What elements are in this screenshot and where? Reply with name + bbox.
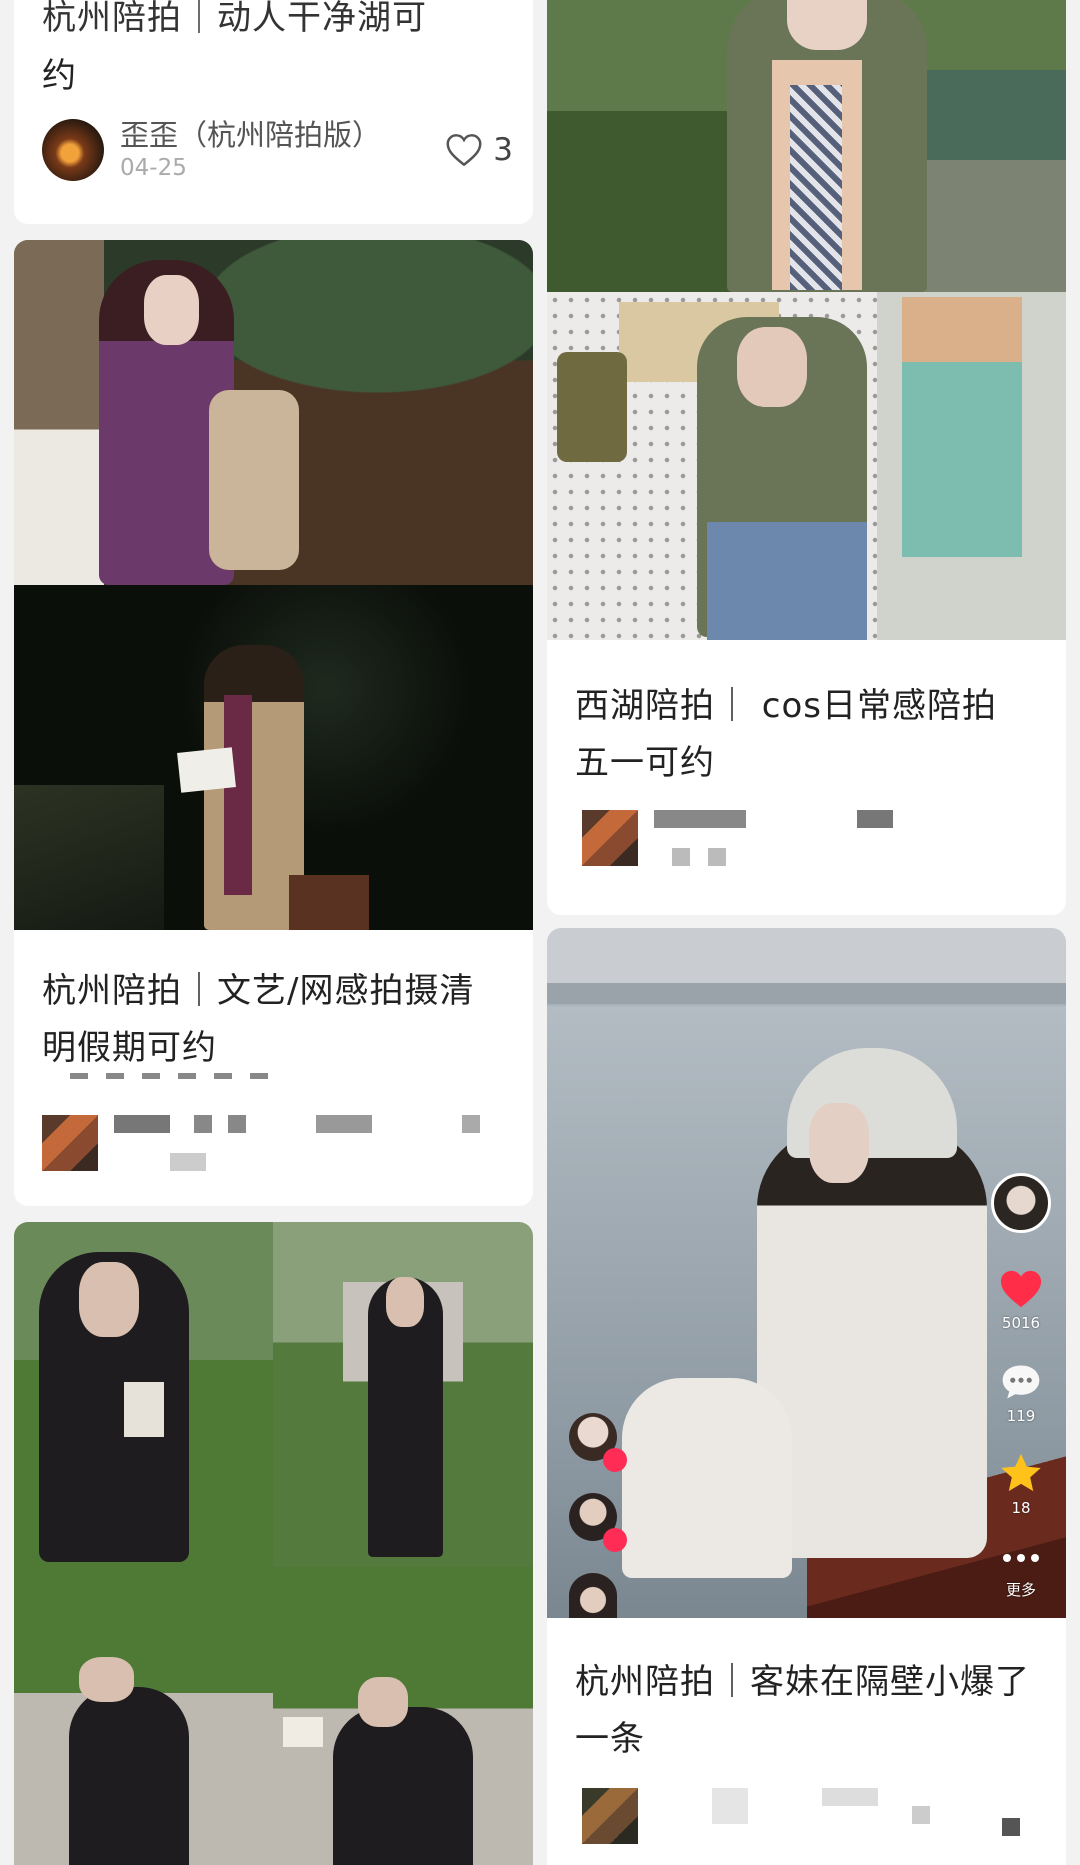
author-row[interactable]: 歪歪（杭州陪拍版） 04-25 3 (42, 114, 513, 186)
cover-photo[interactable] (14, 1222, 533, 1865)
note-card[interactable]: 杭州陪拍｜动人干净湖可 约 歪歪（杭州陪拍版） 04-25 3 (14, 0, 533, 224)
cover-photo[interactable] (547, 292, 1066, 640)
video-cover[interactable]: 5016 119 18 更多 (547, 928, 1066, 1618)
like-count: 3 (493, 132, 513, 168)
note-card[interactable]: 西湖陪拍｜ cos日常感陪拍五一可约 (547, 0, 1066, 915)
like-button[interactable]: 3 (445, 132, 513, 168)
video-favorite-button[interactable]: 18 (988, 1451, 1054, 1517)
blurred-author-row (42, 1073, 512, 1183)
author-name[interactable]: 歪歪（杭州陪拍版） (120, 117, 445, 153)
post-date: 04-25 (120, 155, 187, 181)
video-more-button[interactable]: 更多 (988, 1551, 1054, 1600)
note-card[interactable]: 杭州陪拍｜文艺/网感拍摄清明假期可约 (14, 240, 533, 1206)
note-title: 杭州陪拍｜文艺/网感拍摄清明假期可约 (42, 971, 475, 1068)
note-card[interactable]: 5016 119 18 更多 杭州陪拍｜客妹在隔壁小爆了一条 (547, 928, 1066, 1865)
video-comment-count: 119 (1006, 1407, 1036, 1425)
video-like-count: 5016 (1001, 1314, 1041, 1332)
note-title-tail: 约 (42, 56, 77, 96)
creator-avatar[interactable] (988, 1173, 1054, 1233)
blurred-author-row (582, 1788, 1042, 1865)
video-more-label: 更多 (1005, 1581, 1036, 1599)
heart-outline-icon (446, 134, 482, 167)
cover-photo[interactable] (14, 585, 533, 930)
avatar[interactable] (42, 119, 104, 181)
more-dots-icon (1003, 1554, 1039, 1562)
note-title: 杭州陪拍｜动人干净湖可 (42, 0, 427, 38)
blurred-author-row (582, 810, 1042, 890)
comment-bubble-icon (1002, 1365, 1040, 1399)
video-comment-button[interactable]: 119 (988, 1361, 1054, 1425)
cover-photo[interactable] (547, 0, 1066, 292)
video-favorite-count: 18 (1011, 1499, 1031, 1517)
cover-photo[interactable] (14, 240, 533, 585)
note-card[interactable] (14, 1222, 533, 1865)
heart-filled-icon (1000, 1270, 1042, 1308)
note-title: 西湖陪拍｜ cos日常感陪拍五一可约 (575, 686, 998, 783)
video-action-rail: 5016 119 18 更多 (988, 1173, 1054, 1613)
note-title: 杭州陪拍｜客妹在隔壁小爆了一条 (575, 1662, 1030, 1759)
video-like-button[interactable]: 5016 (988, 1268, 1054, 1332)
star-icon (1001, 1453, 1041, 1492)
